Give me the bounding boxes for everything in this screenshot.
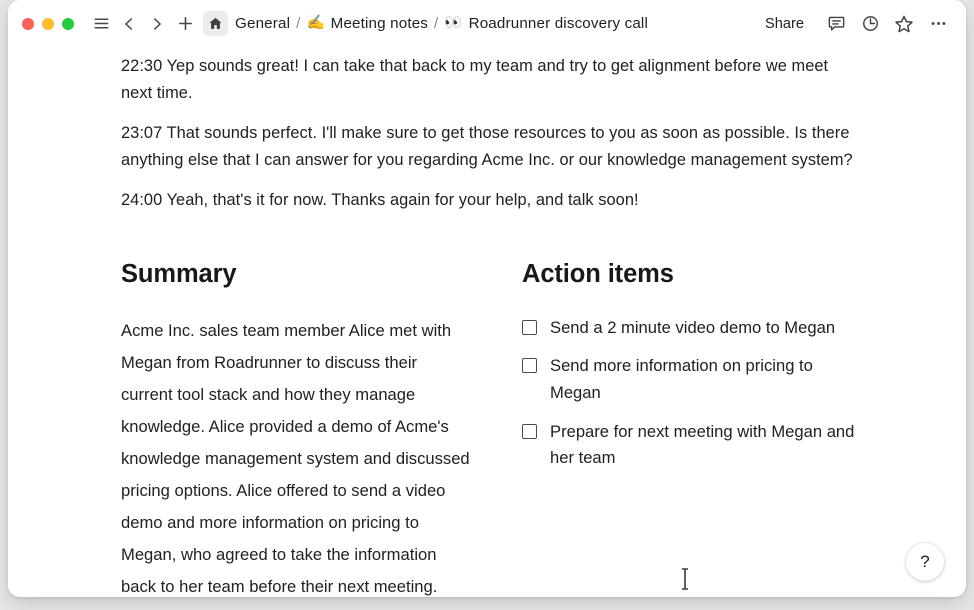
action-item-label: Prepare for next meeting with Megan and … bbox=[550, 419, 862, 472]
plus-icon[interactable] bbox=[172, 11, 198, 37]
action-item-label: Send more information on pricing to Mega… bbox=[550, 353, 862, 406]
writing-hand-emoji-icon: ✍️ bbox=[306, 16, 324, 31]
list-item[interactable]: Send more information on pricing to Mega… bbox=[522, 353, 926, 406]
comment-bubble-icon[interactable] bbox=[821, 9, 851, 39]
star-icon[interactable] bbox=[889, 9, 919, 39]
breadcrumb-label-general: General bbox=[235, 15, 290, 32]
breadcrumb-item-current-page[interactable]: 👀 Roadrunner discovery call bbox=[444, 15, 648, 32]
document-content[interactable]: 22:30 Yep sounds great! I can take that … bbox=[8, 47, 966, 597]
action-items-section: Action items Send a 2 minute video demo … bbox=[521, 260, 926, 597]
help-button[interactable]: ? bbox=[906, 543, 944, 581]
chevron-right-icon[interactable] bbox=[144, 11, 170, 37]
minimize-window-button[interactable] bbox=[42, 18, 54, 30]
traffic-light-buttons bbox=[15, 18, 74, 30]
titlebar-actions: Share bbox=[756, 9, 953, 39]
window-titlebar: General / ✍️ Meeting notes / 👀 Roadrunne… bbox=[8, 0, 966, 47]
checkbox-icon[interactable] bbox=[522, 320, 537, 335]
share-button[interactable]: Share bbox=[756, 12, 813, 36]
breadcrumb-label-meeting-notes: Meeting notes bbox=[331, 15, 428, 32]
checkbox-icon[interactable] bbox=[522, 358, 537, 373]
list-item[interactable]: Prepare for next meeting with Megan and … bbox=[522, 419, 926, 472]
more-horizontal-icon[interactable] bbox=[923, 9, 953, 39]
summary-section: Summary Acme Inc. sales team member Alic… bbox=[121, 260, 521, 597]
list-item[interactable]: Send a 2 minute video demo to Megan bbox=[522, 315, 926, 342]
breadcrumb-item-meeting-notes[interactable]: ✍️ Meeting notes bbox=[306, 15, 428, 32]
home-icon[interactable] bbox=[203, 11, 228, 36]
transcript-paragraph: 24:00 Yeah, that's it for now. Thanks ag… bbox=[121, 187, 861, 214]
breadcrumb-separator: / bbox=[434, 15, 438, 32]
summary-and-actions-columns: Summary Acme Inc. sales team member Alic… bbox=[121, 260, 926, 597]
breadcrumb-item-general[interactable]: General bbox=[235, 15, 290, 32]
breadcrumb-label-current-page: Roadrunner discovery call bbox=[469, 15, 648, 32]
close-window-button[interactable] bbox=[22, 18, 34, 30]
chevron-left-icon[interactable] bbox=[116, 11, 142, 37]
transcript-section: 22:30 Yep sounds great! I can take that … bbox=[121, 47, 926, 214]
maximize-window-button[interactable] bbox=[62, 18, 74, 30]
eyes-emoji-icon: 👀 bbox=[444, 16, 462, 31]
action-items-list: Send a 2 minute video demo to Megan Send… bbox=[522, 315, 926, 472]
action-items-heading: Action items bbox=[522, 260, 926, 289]
checkbox-icon[interactable] bbox=[522, 424, 537, 439]
transcript-paragraph: 22:30 Yep sounds great! I can take that … bbox=[121, 53, 861, 106]
app-window: General / ✍️ Meeting notes / 👀 Roadrunne… bbox=[8, 0, 966, 597]
clock-icon[interactable] bbox=[855, 9, 885, 39]
summary-heading: Summary bbox=[121, 260, 521, 289]
summary-body-text: Acme Inc. sales team member Alice met wi… bbox=[121, 315, 473, 597]
breadcrumb-separator: / bbox=[296, 15, 300, 32]
navigation-controls bbox=[88, 11, 228, 37]
desktop-background: General / ✍️ Meeting notes / 👀 Roadrunne… bbox=[0, 0, 974, 610]
breadcrumb: General / ✍️ Meeting notes / 👀 Roadrunne… bbox=[235, 15, 648, 32]
hamburger-menu-icon[interactable] bbox=[88, 11, 114, 37]
transcript-paragraph: 23:07 That sounds perfect. I'll make sur… bbox=[121, 120, 861, 173]
action-item-label: Send a 2 minute video demo to Megan bbox=[550, 315, 835, 342]
